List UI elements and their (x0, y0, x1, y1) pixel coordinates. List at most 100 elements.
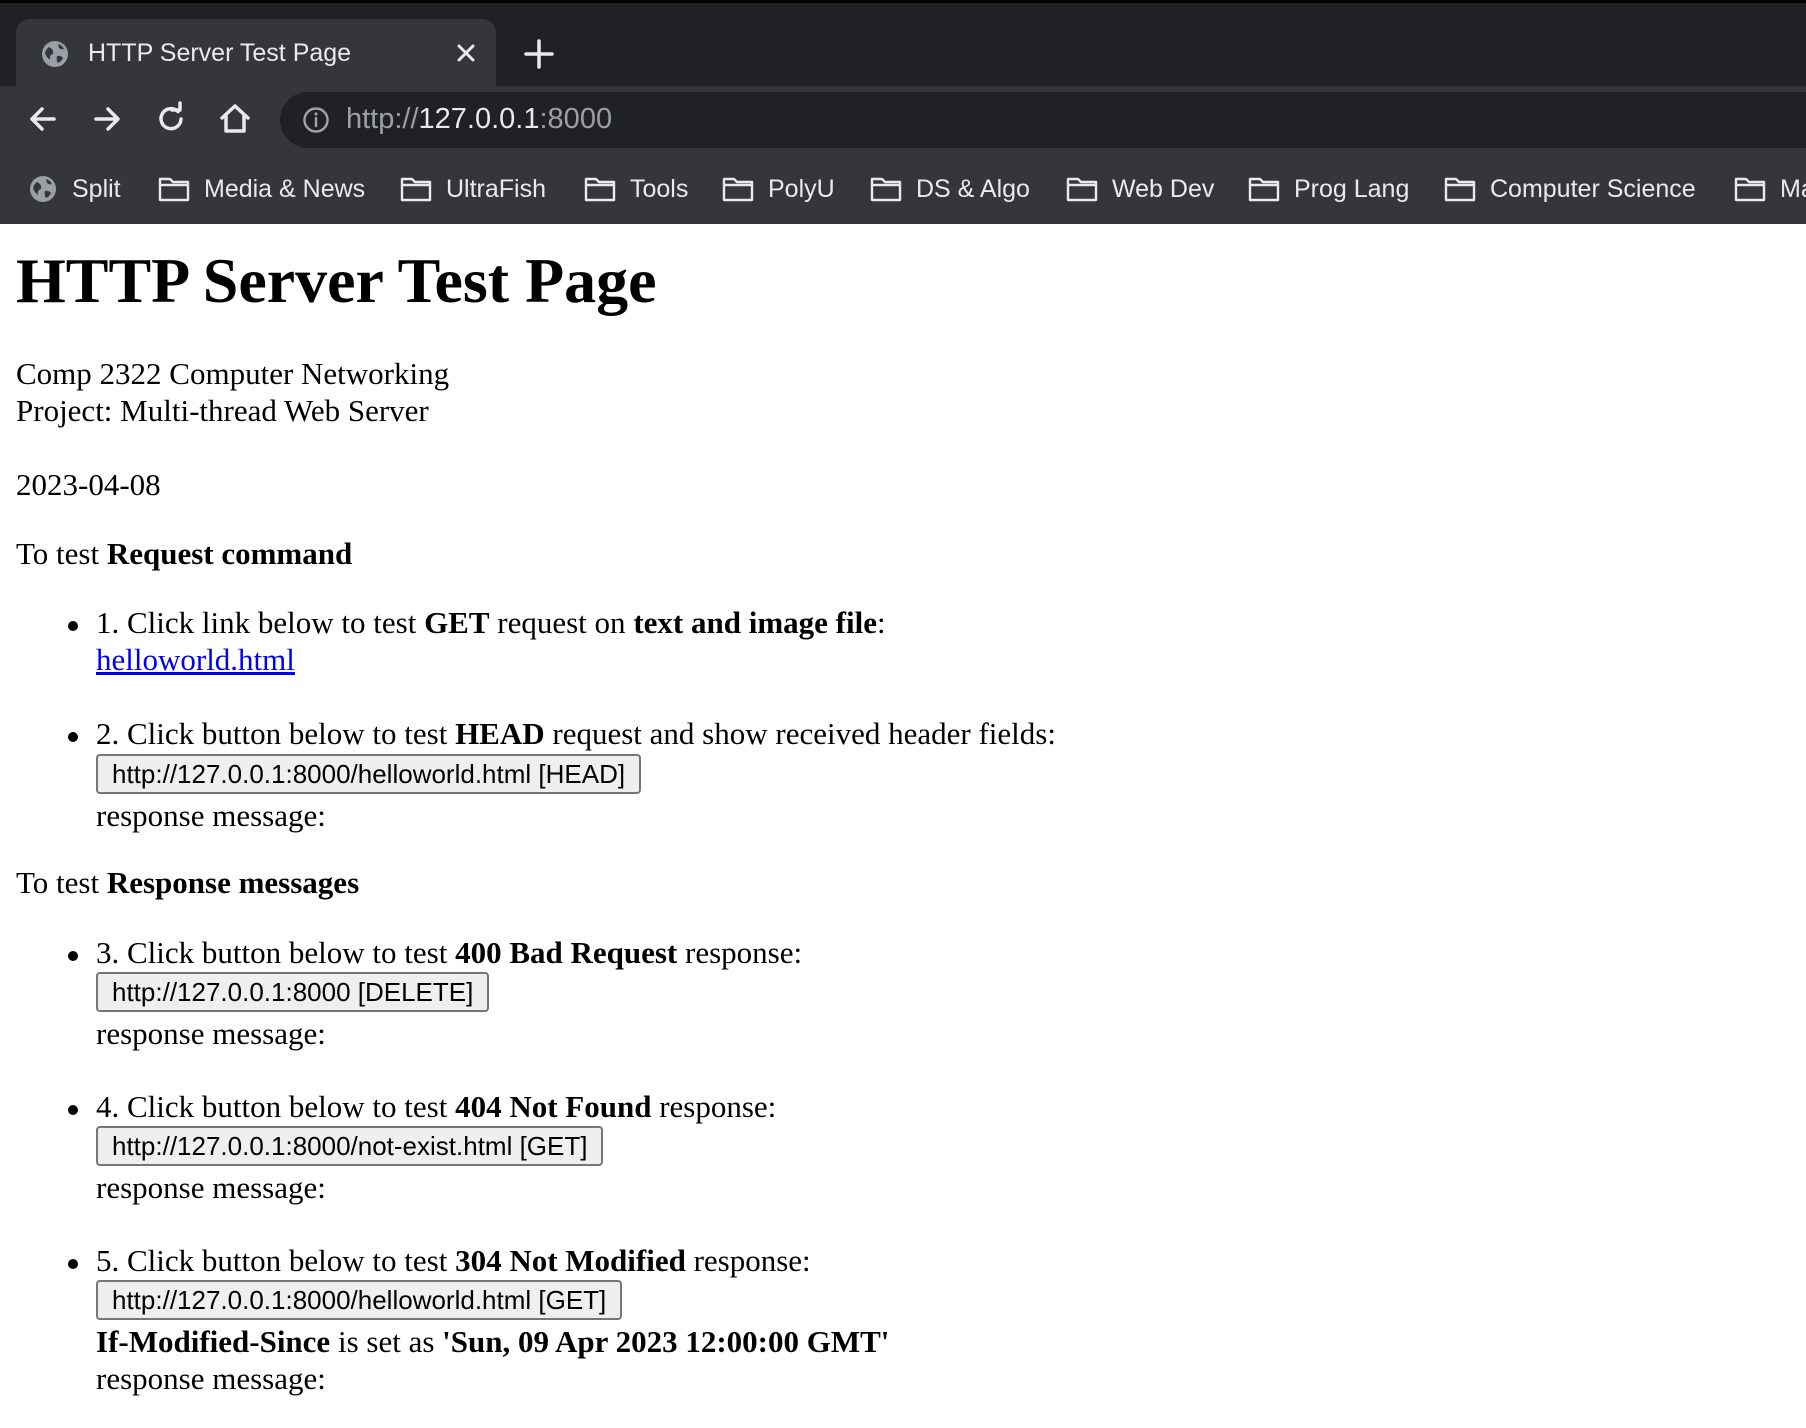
helloworld-link[interactable]: helloworld.html (96, 642, 295, 677)
item-text: 1. Click link below to test (96, 605, 425, 640)
bookmark-label: Ma (1780, 175, 1806, 203)
response-message-3: response message: (96, 1016, 326, 1051)
list-item-1-link-row: helloworld.html (96, 642, 295, 678)
bookmark-split[interactable]: Split (28, 172, 121, 206)
bullet (68, 732, 78, 742)
close-icon[interactable] (450, 37, 482, 69)
section-response-messages: To test Response messages (16, 865, 359, 901)
section-request-command: To test Request command (16, 536, 352, 572)
item-text: response: (685, 1243, 811, 1278)
item-text: 4. Click button below to test (96, 1089, 456, 1124)
bookmark-folder-ma[interactable]: Ma (1734, 172, 1806, 206)
folder-icon (870, 177, 902, 202)
list-item-2-text: 2. Click button below to test HEAD reque… (96, 716, 1056, 752)
folder-icon (400, 177, 432, 202)
if-modified-since-note: If-Modified-Since is set as 'Sun, 09 Apr… (96, 1324, 889, 1360)
browser-chrome: HTTP Server Test Page http://127.0.0.1:8… (0, 0, 1806, 224)
item-bold: 304 Not Modified (455, 1243, 686, 1278)
not-found-get-button[interactable]: http://127.0.0.1:8000/not-exist.html [GE… (96, 1126, 604, 1166)
bookmark-folder-media-news[interactable]: Media & News (158, 172, 365, 206)
response-message-5: response message: (96, 1361, 326, 1396)
bad-request-delete-button[interactable]: http://127.0.0.1:8000 [DELETE] (96, 972, 490, 1012)
new-tab-plus-icon[interactable] (522, 37, 556, 71)
bookmark-folder-ds-algo[interactable]: DS & Algo (870, 172, 1030, 206)
item-text: 2. Click button below to test (96, 716, 456, 751)
bookmark-label: Split (72, 175, 121, 203)
item-bold: 400 Bad Request (455, 935, 678, 970)
url-port: :8000 (539, 103, 613, 135)
bullet (68, 951, 78, 961)
url-scheme: http:// (346, 103, 419, 135)
folder-icon (1248, 177, 1280, 202)
item-text: request on (489, 605, 634, 640)
globe-icon (30, 176, 56, 202)
head-request-button[interactable]: http://127.0.0.1:8000/helloworld.html [H… (96, 754, 642, 794)
bookmark-label: PolyU (768, 175, 835, 203)
bullet (68, 621, 78, 631)
folder-icon (158, 177, 190, 202)
item-text: 3. Click button below to test (96, 935, 456, 970)
folder-icon (722, 177, 754, 202)
bullet (68, 1259, 78, 1269)
course-line: Comp 2322 Computer Networking (16, 356, 450, 391)
tab-strip: HTTP Server Test Page (0, 0, 1806, 89)
folder-icon (1066, 177, 1098, 202)
not-modified-get-button[interactable]: http://127.0.0.1:8000/helloworld.html [G… (96, 1280, 623, 1320)
bookmarks-bar: Split Media & News UltraFish Tools PolyU… (0, 152, 1806, 224)
tab-http-server-test-page[interactable]: HTTP Server Test Page (16, 19, 496, 89)
back-arrow-icon[interactable] (24, 100, 62, 138)
list-item-5-text: 5. Click button below to test 304 Not Mo… (96, 1243, 811, 1279)
address-bar[interactable]: http://127.0.0.1:8000 (280, 92, 1806, 148)
folder-icon (1444, 177, 1476, 202)
globe-icon (42, 41, 68, 67)
note-text: is set as (330, 1324, 443, 1359)
tab-title: HTTP Server Test Page (88, 39, 352, 67)
item-text: response: (677, 935, 803, 970)
bookmark-label: Tools (630, 175, 689, 203)
item-bold: 404 Not Found (455, 1089, 652, 1124)
bookmark-label: Prog Lang (1294, 175, 1410, 203)
section-bold: Request command (106, 536, 353, 571)
list-item-1-text: 1. Click link below to test GET request … (96, 605, 886, 641)
reload-icon[interactable] (152, 100, 190, 138)
bookmark-label: UltraFish (446, 175, 547, 203)
bookmark-folder-web-dev[interactable]: Web Dev (1066, 172, 1214, 206)
bullet (68, 1105, 78, 1115)
list-item-4-text: 4. Click button below to test 404 Not Fo… (96, 1089, 776, 1125)
list-item-3-text: 3. Click button below to test 400 Bad Re… (96, 935, 802, 971)
bookmark-label: Web Dev (1112, 175, 1215, 203)
note-bold: 'Sun, 09 Apr 2023 12:00:00 GMT' (442, 1324, 890, 1359)
item-text: : (876, 605, 886, 640)
item-bold: HEAD (455, 716, 545, 751)
bookmark-label: Media & News (204, 175, 366, 203)
home-icon[interactable] (216, 100, 254, 138)
item-text: response: (651, 1089, 777, 1124)
url-host: 127.0.0.1 (418, 103, 540, 135)
bookmark-folder-ultrafish[interactable]: UltraFish (400, 172, 546, 206)
bookmark-label: DS & Algo (916, 175, 1030, 203)
section-bold: Response messages (106, 865, 360, 900)
bookmark-folder-polyu[interactable]: PolyU (722, 172, 835, 206)
note-bold: If-Modified-Since (96, 1324, 331, 1359)
bookmark-folder-tools[interactable]: Tools (584, 172, 688, 206)
bookmark-folder-prog-lang[interactable]: Prog Lang (1248, 172, 1409, 206)
page-title: HTTP Server Test Page (16, 245, 657, 316)
item-bold: text and image file (633, 605, 877, 640)
item-text: request and show received header fields: (544, 716, 1056, 751)
item-text: 5. Click button below to test (96, 1243, 456, 1278)
date-line: 2023-04-08 (16, 467, 161, 502)
url-text[interactable]: http://127.0.0.1:8000 (346, 103, 612, 136)
bookmark-label: Computer Science (1490, 175, 1696, 203)
folder-icon (1734, 177, 1766, 202)
section-prefix: To test (16, 536, 107, 571)
bookmark-folder-computer-science[interactable]: Computer Science (1444, 172, 1696, 206)
project-line: Project: Multi-thread Web Server (16, 393, 429, 428)
toolbar: http://127.0.0.1:8000 (0, 86, 1806, 152)
folder-icon (584, 177, 616, 202)
item-bold: GET (424, 605, 490, 640)
response-message-4: response message: (96, 1170, 326, 1205)
info-icon[interactable] (302, 106, 330, 134)
forward-arrow-icon[interactable] (88, 100, 126, 138)
response-message-2: response message: (96, 798, 326, 833)
section-prefix: To test (16, 865, 107, 900)
